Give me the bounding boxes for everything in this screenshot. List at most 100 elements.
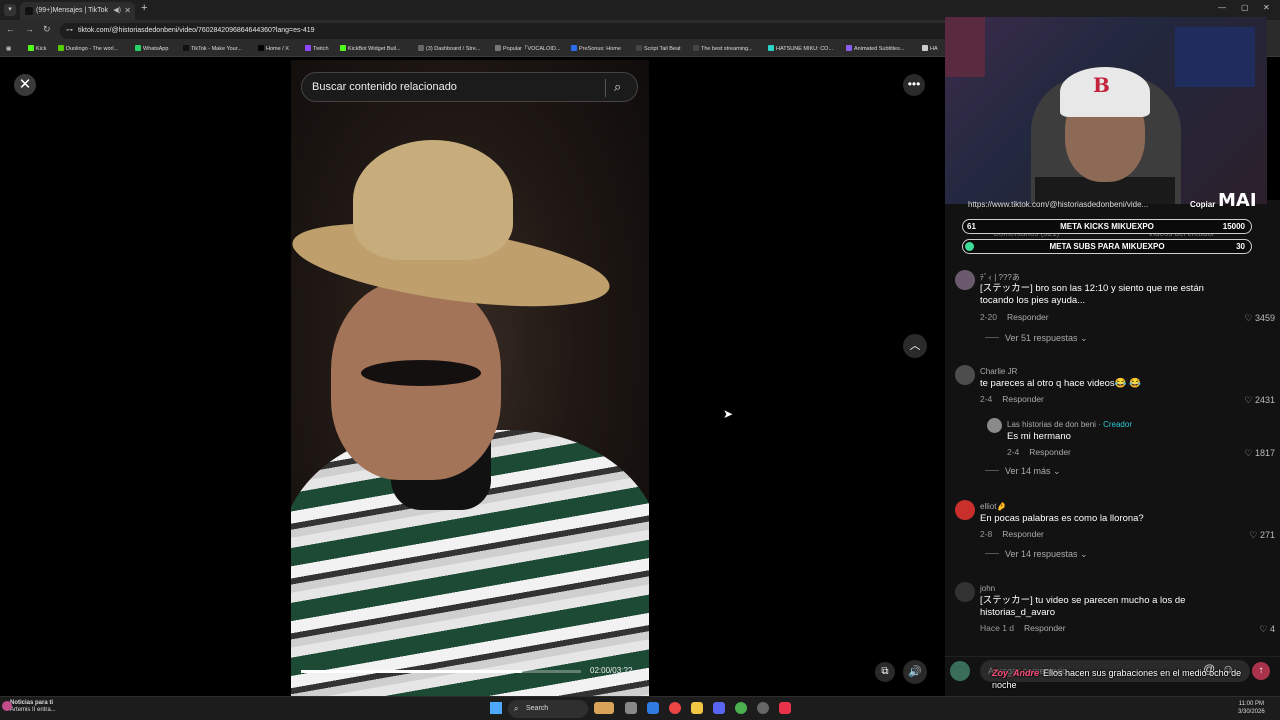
forward-icon[interactable]: → — [25, 24, 34, 34]
browser-tab[interactable]: (99+)Mensajes | TikTok ◀) ✕ — [20, 2, 135, 20]
stream-chat-message: Zoy_Andre Ellos hacen sus grabaciones en … — [992, 667, 1252, 691]
reply-button[interactable]: Responder — [1029, 447, 1071, 457]
maximize-icon[interactable]: ▢ — [1241, 3, 1249, 12]
more-options-button[interactable]: ••• — [903, 74, 925, 96]
goal-bar-kicks: 61 META KICKS MIKUEXPO 15000 — [962, 219, 1252, 234]
like-button[interactable]: ♡ 2431 — [1244, 395, 1275, 406]
bookmark[interactable]: (3) Dashboard / Stre... — [418, 45, 480, 54]
music-app-icon[interactable] — [779, 702, 791, 714]
news-title: Noticias para ti — [10, 700, 54, 706]
tab-search-button[interactable]: ▾ — [4, 4, 16, 16]
video-frame[interactable] — [291, 60, 649, 696]
webcam-overlay: B — [945, 17, 1267, 204]
reply-button[interactable]: Responder — [1002, 529, 1044, 539]
bookmark[interactable]: KickBot Widget Buil... — [340, 45, 401, 54]
widget-icon[interactable] — [594, 702, 614, 714]
comment-meta: 2-4 Responder — [980, 394, 1044, 404]
avatar[interactable] — [955, 270, 975, 290]
close-window-icon[interactable]: ✕ — [1263, 3, 1270, 12]
bookmark[interactable]: Duolingo - The worl... — [58, 45, 118, 54]
taskbar-search-label: Search — [526, 705, 549, 712]
volume-button[interactable]: 🔊 — [903, 660, 927, 684]
time-display: 02:00/03:?? — [590, 666, 633, 675]
reply-button[interactable]: Responder — [1002, 394, 1044, 404]
like-button[interactable]: ♡ 4 — [1259, 624, 1275, 635]
tiktok-icon — [25, 7, 33, 15]
comment-text: te pareces al otro q hace videos😂 😂 — [980, 378, 1141, 389]
edge-icon[interactable] — [647, 702, 659, 714]
related-search-input[interactable]: Buscar contenido relacionado ⌕ — [301, 72, 638, 102]
bookmark[interactable]: Popular「VOCALOID... — [495, 45, 560, 54]
view-replies-button[interactable]: Ver 14 respuestas ⌄ — [985, 549, 1088, 560]
search-icon: ⌕ — [514, 704, 519, 713]
back-icon[interactable]: ← — [6, 24, 15, 34]
comment-username[interactable]: elliot🤌 — [980, 502, 1006, 511]
progress-fill — [301, 670, 523, 673]
comment-meta: 2-4 Responder — [1007, 447, 1071, 457]
address-bar[interactable]: ⊶ tiktok.com/@historiasdedonbeni/video/7… — [60, 23, 1060, 39]
stream-logo: MAI — [1218, 190, 1257, 211]
bookmark[interactable]: Twitch — [305, 45, 329, 54]
like-button[interactable]: ♡ 3459 — [1244, 313, 1275, 324]
chrome-icon[interactable] — [669, 702, 681, 714]
comment-username[interactable]: Charlie JR — [980, 367, 1017, 376]
taskbar-search[interactable]: ⌕ Search — [508, 700, 588, 718]
search-icon[interactable]: ⌕ — [614, 73, 621, 101]
picture-in-picture-button[interactable]: ⧉ — [875, 662, 895, 682]
bookmark[interactable]: Script Tail Beat — [636, 45, 681, 54]
windows-start-icon[interactable] — [490, 702, 502, 714]
apps-icon[interactable]: ▦ — [6, 45, 11, 54]
avatar[interactable] — [987, 418, 1002, 433]
new-tab-button[interactable]: + — [141, 2, 147, 14]
site-info-icon[interactable]: ⊶ — [66, 23, 73, 39]
mouse-cursor-icon: ➤ — [723, 407, 734, 421]
comment-username[interactable]: ﾃﾞｨ | ???あ — [980, 272, 1020, 283]
news-widget[interactable]: Noticias para ti Artemis II entra... — [2, 700, 56, 714]
settings-icon[interactable] — [757, 702, 769, 714]
comment-meta: 2-8 Responder — [980, 529, 1044, 539]
background-shape — [1175, 27, 1255, 87]
close-video-button[interactable]: ✕ — [14, 74, 36, 96]
reload-icon[interactable]: ↻ — [43, 24, 51, 35]
comment-username[interactable]: Las historias de don beni · Creador — [1007, 420, 1132, 429]
bookmark[interactable]: HATSUNE MIKU: CO... — [768, 45, 833, 54]
tab-title: (99+)Mensajes | TikTok — [36, 7, 109, 14]
like-button[interactable]: ♡ 271 — [1249, 530, 1275, 541]
avatar[interactable] — [955, 500, 975, 520]
comment-date: Hace 1 d — [980, 623, 1015, 633]
avatar[interactable] — [955, 365, 975, 385]
bookmark[interactable]: TikTok - Make Your... — [183, 45, 242, 54]
bookmark[interactable]: The best streaming... — [693, 45, 753, 54]
task-view-icon[interactable] — [625, 702, 637, 714]
file-explorer-icon[interactable] — [691, 702, 703, 714]
bookmark[interactable]: Home / X — [258, 45, 289, 54]
bookmark[interactable]: Kick — [28, 45, 46, 54]
news-subtitle: Artemis II entra... — [10, 707, 56, 713]
bookmark[interactable]: HA — [922, 45, 938, 54]
creator-badge: · Creador — [1098, 420, 1132, 429]
reply-button[interactable]: Responder — [1007, 312, 1049, 322]
bookmark[interactable]: Animated Subtitles... — [846, 45, 904, 54]
news-icon — [2, 701, 12, 711]
like-button[interactable]: ♡ 1817 — [1244, 448, 1275, 459]
video-link[interactable]: https://www.tiktok.com/@historiasdedonbe… — [968, 200, 1148, 209]
taskbar: Noticias para ti Artemis II entra... ⌕ Se… — [0, 696, 1280, 720]
previous-video-button[interactable]: ︿ — [903, 334, 927, 358]
chrome-profile-icon[interactable] — [735, 702, 747, 714]
close-tab-icon[interactable]: ✕ — [124, 2, 131, 20]
view-more-button[interactable]: Ver 14 más ⌄ — [985, 466, 1061, 477]
discord-icon[interactable] — [713, 702, 725, 714]
cap-logo-icon: B — [1093, 73, 1110, 97]
copy-link-button[interactable]: Copiar — [1190, 200, 1215, 209]
view-replies-button[interactable]: Ver 51 respuestas ⌄ — [985, 333, 1088, 344]
comment-username[interactable]: john — [980, 584, 995, 593]
progress-bar[interactable] — [301, 670, 581, 673]
speaker-icon[interactable]: ◀) — [113, 2, 121, 20]
avatar[interactable] — [955, 582, 975, 602]
reply-button[interactable]: Responder — [1024, 623, 1066, 633]
bookmark[interactable]: PreSonus: Home — [571, 45, 621, 54]
bookmark[interactable]: WhatsApp — [135, 45, 168, 54]
minimize-icon[interactable]: — — [1218, 3, 1226, 12]
send-button[interactable]: ↑ — [1252, 662, 1270, 680]
system-clock[interactable]: 11:00 PM 3/30/2026 — [1238, 700, 1265, 716]
